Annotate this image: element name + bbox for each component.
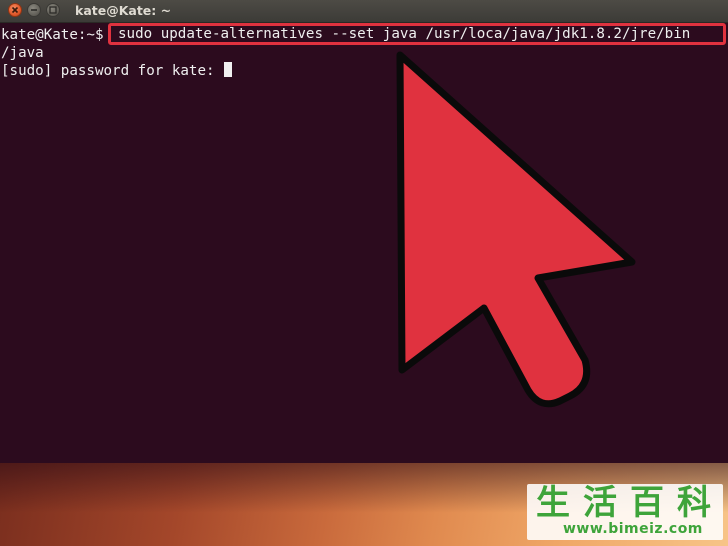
maximize-icon [49, 6, 57, 14]
watermark: 生 活 百 科 www.bimeiz.com [527, 484, 723, 540]
maximize-button[interactable] [46, 3, 60, 17]
cursor-arrow-icon [396, 51, 636, 408]
command-line: kate@Kate:~$ [1, 26, 104, 44]
watermark-char: 百 [630, 483, 664, 523]
screenshot: kate@Kate: ~ kate@Kate:~$ sudo update-al… [0, 0, 728, 546]
command-continuation: /java [1, 45, 44, 61]
watermark-logo: 生 活 百 科 [531, 485, 716, 521]
window-title: kate@Kate: ~ [75, 3, 172, 18]
minimize-icon [31, 9, 37, 11]
sudo-password-prompt: [sudo] password for kate: [1, 63, 224, 79]
watermark-char: 活 [583, 483, 617, 523]
minimize-button[interactable] [27, 3, 41, 17]
close-button[interactable] [8, 3, 22, 17]
watermark-char: 科 [677, 483, 711, 523]
password-prompt-line[interactable]: [sudo] password for kate: [1, 62, 233, 80]
text-cursor [224, 62, 233, 77]
shell-prompt: kate@Kate:~$ [1, 27, 104, 43]
window-controls [8, 3, 60, 19]
watermark-url: www.bimeiz.com [563, 521, 703, 537]
close-icon [11, 6, 19, 14]
watermark-char: 生 [536, 483, 570, 523]
window-titlebar: kate@Kate: ~ [0, 0, 728, 23]
